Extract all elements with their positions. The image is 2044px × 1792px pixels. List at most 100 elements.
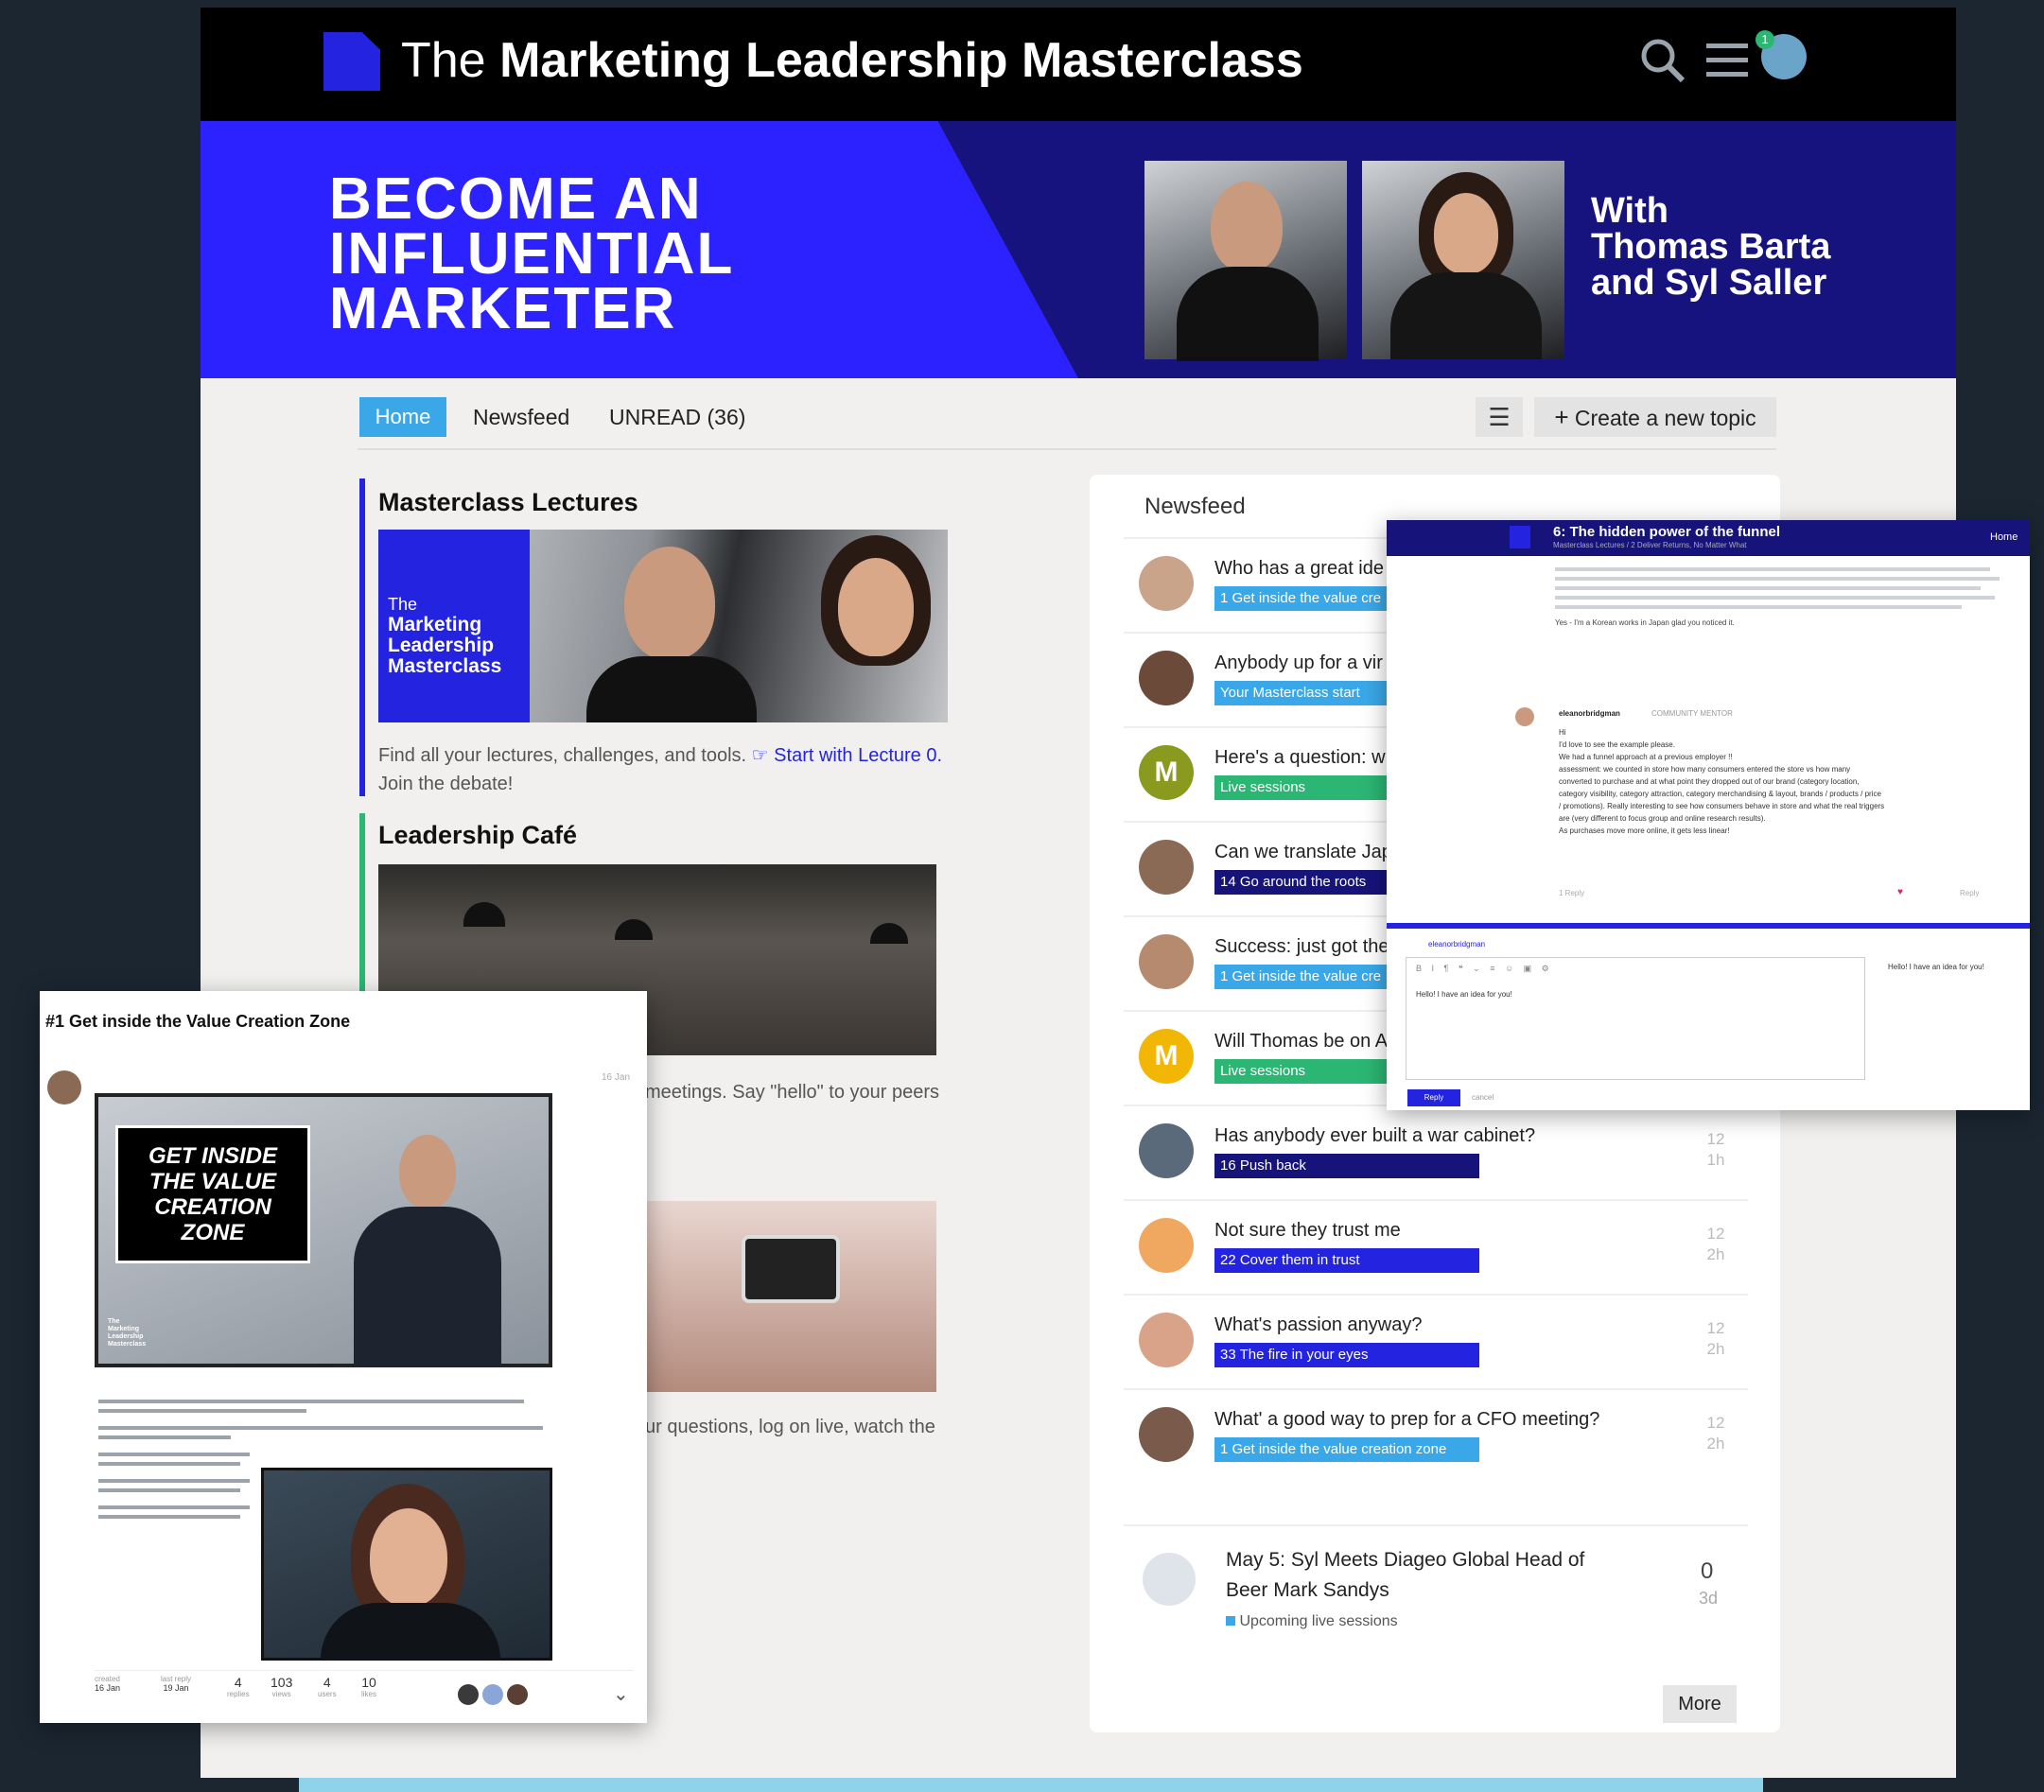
topic-stat-label: views [271,1690,291,1698]
category-thumbnail[interactable]: The Marketing Leadership Masterclass [378,530,948,722]
topic-title[interactable]: What' a good way to prep for a CFO meeti… [1214,1409,1599,1431]
category-title[interactable]: Masterclass Lectures [378,488,638,517]
topic-stat-label: last reply [161,1675,192,1683]
replies-toggle[interactable]: 1 Reply [1559,889,1584,897]
thumbnail-brand-line: Masterclass [388,655,502,677]
start-lecture-link[interactable]: Start with Lecture 0. [774,745,942,766]
topic-title[interactable]: Who has a great ide [1214,558,1384,580]
topic-stat-value: 4 [323,1675,331,1690]
category-description: meetings. Say "hello" to your peers [645,1082,940,1103]
composer-input[interactable]: Hello! I have an idea for you! [1416,990,1512,999]
category-color-bar [359,813,365,1012]
topic-meta: 12 2h [1697,1224,1735,1265]
composer-editor[interactable]: B I ¶ ❝ ⌄ ≡ ☺ ▣ ⚙ Hello! I have an idea … [1406,957,1865,1080]
create-topic-button[interactable]: + Create a new topic [1534,397,1776,437]
portrait-face [370,1508,447,1607]
topic-title[interactable]: What's passion anyway? [1214,1314,1422,1336]
topic-title[interactable]: Here's a question: w [1214,747,1386,769]
category-title[interactable]: Leadership Café [378,821,577,850]
portrait-body [586,656,757,722]
video-caption-line: CREATION [154,1194,271,1220]
logo-icon [1510,526,1530,548]
newsfeed-row[interactable]: What' a good way to prep for a CFO meeti… [1124,1388,1748,1485]
topic-stats-bar: created 16 Jan last reply 19 Jan 4 replies 103… [95,1670,634,1718]
portrait-body [1177,267,1319,361]
logo-icon[interactable] [323,32,380,91]
topic-title[interactable]: Success: just got the [1214,936,1389,958]
reply-role: COMMUNITY MENTOR [1651,709,1733,718]
reply-button[interactable]: Reply [1407,1089,1460,1106]
topic-replies: 12 [1706,1319,1725,1337]
avatar: M [1139,1029,1194,1084]
text-line [98,1488,240,1492]
search-icon[interactable] [1638,36,1687,85]
list-menu-icon[interactable]: ☰ [1476,397,1523,437]
topic-title[interactable]: Will Thomas be on A [1214,1031,1388,1053]
tab-unread[interactable]: UNREAD (36) [609,397,745,437]
thomas-barta-photo [1144,161,1347,361]
tab-newsfeed[interactable]: Newsfeed [473,397,569,437]
reply-line: converted to purchase and at what point … [1559,777,1860,786]
reply-username[interactable]: eleanorbridgman [1559,709,1620,718]
hero-presenters-line: With [1591,191,1668,231]
site-title-main: Marketing Leadership Masterclass [499,33,1303,88]
topic-popup-window: 6: The hidden power of the funnel Master… [1387,520,2030,1110]
speaker-video-thumbnail[interactable] [261,1468,552,1661]
lecture-popup-window: #1 Get inside the Value Creation Zone 16… [40,991,647,1723]
topic-title[interactable]: Has anybody ever built a war cabinet? [1214,1125,1535,1147]
reply-link[interactable]: Reply [1960,889,1979,897]
chevron-down-icon[interactable]: ⌄ [613,1682,629,1706]
topic-title[interactable]: Not sure they trust me [1214,1220,1401,1242]
event-title[interactable]: May 5: Syl Meets Diageo Global Head of B… [1226,1545,1584,1606]
popup-post-text-lines [1555,562,2000,615]
lecture-video[interactable]: GET INSIDE THE VALUE CREATION ZONE The M… [95,1093,552,1367]
description-text: Join the debate! [378,774,514,794]
composer-preview: Hello! I have an idea for you! [1888,963,1984,971]
cancel-link[interactable]: cancel [1472,1093,1494,1102]
pointing-hand-icon: ☞ [751,745,769,766]
popup-title: 6: The hidden power of the funnel [1553,524,1780,540]
hero-presenters: With Thomas Barta and Syl Saller [1591,193,1931,301]
site-title[interactable]: The Marketing Leadership Masterclass [401,32,1303,89]
topic-category-tag[interactable]: 1 Get inside the value creation zone [1214,1437,1479,1462]
hamburger-menu-icon[interactable] [1704,40,1750,81]
event-row[interactable]: May 5: Syl Meets Diageo Global Head of B… [1124,1524,1748,1644]
newsfeed-row[interactable]: Has anybody ever built a war cabinet? 16 … [1124,1105,1748,1201]
avatar [1139,1123,1194,1178]
category-color-bar [359,478,365,796]
heart-icon[interactable]: ♥ [1897,887,1903,897]
portrait-face [838,558,914,656]
top-bar: The Marketing Leadership Masterclass 1 [201,8,1956,121]
lamp-shape [463,902,505,927]
hero-headline-line: MARKETER [329,276,677,341]
text-line [98,1400,524,1403]
tab-home[interactable]: Home [359,397,446,437]
topic-category-tag[interactable]: 33 The fire in your eyes [1214,1343,1479,1367]
topic-title[interactable]: Anybody up for a vir [1214,652,1383,674]
plus-icon: + [1554,403,1569,431]
topic-title[interactable]: Can we translate Jap [1214,842,1392,863]
text-line [1555,577,2000,581]
notification-badge: 1 [1756,30,1774,49]
topic-meta: 12 2h [1697,1413,1735,1454]
description-text: Find all your lectures, challenges, and … [378,745,747,766]
newsfeed-row[interactable]: What's passion anyway? 33 The fire in you… [1124,1294,1748,1390]
more-button[interactable]: More [1663,1685,1737,1723]
topic-category-tag[interactable]: 16 Push back [1214,1154,1479,1178]
thumbnail-brand-text: The Marketing Leadership Masterclass [388,594,501,677]
divider [358,448,1776,450]
thumbnail-brand-line: The [388,595,418,614]
live-session-photo[interactable] [645,1201,936,1392]
newsfeed-row[interactable]: Not sure they trust me 22 Cover them in t… [1124,1199,1748,1296]
video-brand-line: Leadership [108,1333,144,1340]
popup-home-link[interactable]: Home [1990,531,2018,543]
text-line [98,1453,250,1456]
topic-stat-value: 16 Jan [95,1683,121,1693]
editor-toolbar-icons[interactable]: B I ¶ ❝ ⌄ ≡ ☺ ▣ ⚙ [1416,964,1553,974]
video-caption-line: THE VALUE [148,1169,277,1194]
event-category[interactable]: Upcoming live sessions [1226,1613,1398,1630]
topic-stat: 103 views [271,1675,292,1698]
topic-category-tag[interactable]: 22 Cover them in trust [1214,1248,1479,1273]
reply-line: are (very different to focus group and o… [1559,814,1766,823]
category-description: Find all your lectures, challenges, and … [378,741,965,798]
